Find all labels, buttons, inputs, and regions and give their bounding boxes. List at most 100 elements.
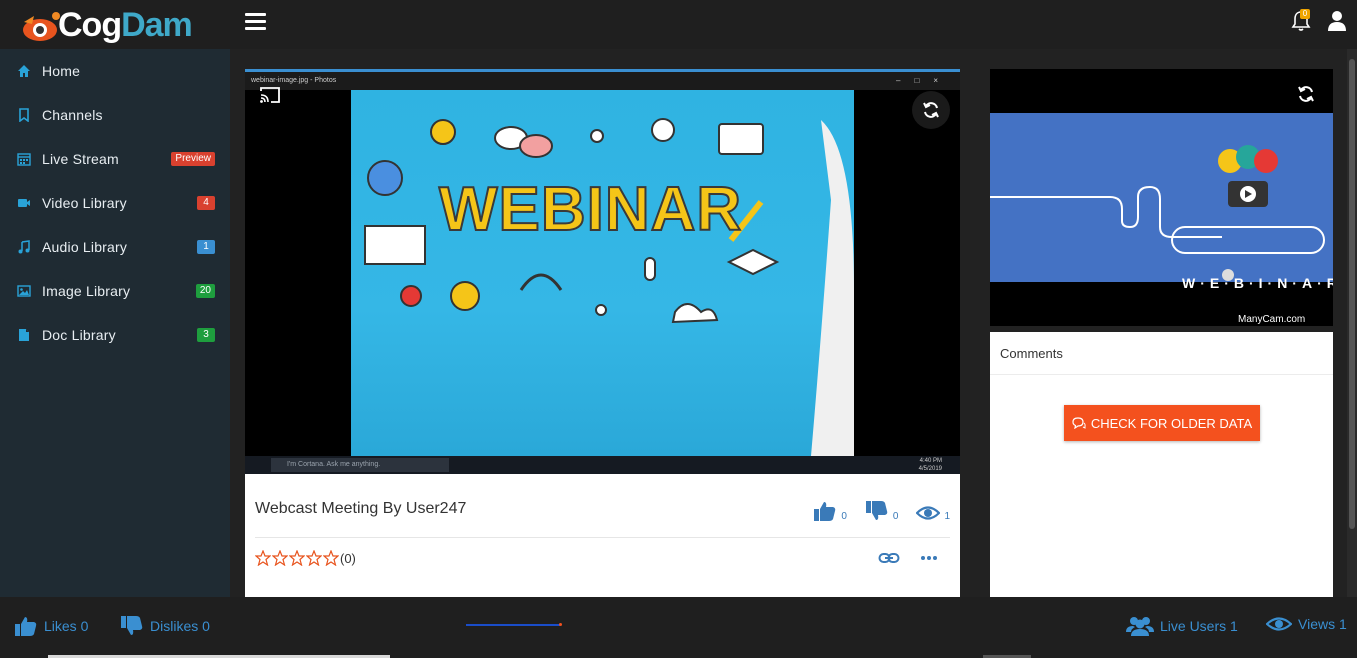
sidebar: Home Channels Live Stream Preview Video … — [0, 49, 230, 597]
like-count: 0 — [841, 511, 847, 522]
count-badge: 4 — [197, 196, 215, 210]
page-scrollbar[interactable] — [1347, 49, 1357, 597]
like-button[interactable]: 0 — [813, 500, 847, 522]
sidebar-item-label: Video Library — [42, 195, 127, 211]
image-icon — [17, 285, 31, 297]
footer-views-label: Views 1 — [1298, 616, 1347, 632]
views-stat: 1 — [916, 504, 950, 522]
webinar-graphic-icon — [990, 145, 1325, 281]
scrollbar-thumb[interactable] — [1349, 59, 1355, 529]
mini-webinar-text: W·E·B·I·N·A·R — [1182, 275, 1333, 291]
sidebar-item-label: Channels — [42, 107, 103, 123]
footer-live-users[interactable]: Live Users 1 — [1126, 615, 1238, 637]
sidebar-item-image-library[interactable]: Image Library 20 — [0, 269, 230, 313]
hamburger-line — [245, 20, 266, 23]
star-icon[interactable] — [323, 550, 339, 566]
thumbs-up-icon — [814, 502, 836, 521]
check-older-data-button[interactable]: CHECK FOR OLDER DATA — [1064, 405, 1260, 441]
music-icon — [18, 240, 30, 254]
comments-panel: Comments CHECK FOR OLDER DATA — [990, 332, 1333, 597]
eye-icon — [1266, 617, 1292, 631]
video-camera-icon — [18, 199, 30, 207]
menu-toggle-button[interactable] — [245, 13, 266, 33]
cortana-search-box: I'm Cortana. Ask me anything. — [271, 458, 449, 472]
refresh-secondary-video-button[interactable] — [1287, 75, 1325, 113]
star-icon[interactable] — [289, 550, 305, 566]
count-badge: 1 — [197, 240, 215, 254]
home-icon — [18, 65, 30, 77]
hamburger-line — [245, 27, 266, 30]
preview-badge: Preview — [171, 152, 215, 166]
logo-text: CogDam — [58, 6, 193, 45]
comments-header: Comments — [990, 332, 1333, 375]
webinar-overlay-text: WEBINAR — [438, 174, 743, 245]
taskbar-clock-time: 4:40 PM — [919, 458, 942, 464]
sidebar-item-doc-library[interactable]: Doc Library 3 — [0, 313, 230, 357]
sidebar-item-live-stream[interactable]: Live Stream Preview — [0, 137, 230, 181]
thumbs-up-icon — [15, 617, 37, 636]
video-stats: 0 0 1 — [813, 500, 950, 522]
sidebar-item-channels[interactable]: Channels — [0, 93, 230, 137]
star-icon[interactable] — [255, 550, 271, 566]
video-card: webinar-image.jpg - Photos –□× WEBINAR I… — [245, 69, 960, 597]
footer-bar: Likes 0 Dislikes 0 Live Users 1 Views 1 — [0, 597, 1357, 658]
dislike-button[interactable]: 0 — [865, 500, 899, 522]
check-older-data-label: CHECK FOR OLDER DATA — [1090, 415, 1253, 431]
sidebar-item-label: Doc Library — [42, 327, 116, 343]
window-controls: –□× — [896, 76, 952, 85]
link-icon[interactable] — [878, 551, 900, 565]
stream-progress-bar[interactable] — [466, 623, 563, 626]
video-actions — [878, 551, 938, 565]
document-icon — [19, 329, 29, 341]
star-icon[interactable] — [306, 550, 322, 566]
calendar-icon — [17, 153, 31, 166]
video-title: Webcast Meeting By User247 — [255, 500, 467, 517]
sidebar-item-label: Audio Library — [42, 239, 128, 255]
star-rating[interactable]: (0) — [255, 550, 356, 566]
footer-dislikes[interactable]: Dislikes 0 — [120, 615, 210, 637]
count-badge: 3 — [197, 328, 215, 342]
thumbs-down-icon — [865, 501, 888, 520]
star-icon[interactable] — [272, 550, 288, 566]
meta-divider — [255, 537, 950, 538]
users-icon — [1126, 617, 1154, 636]
cast-icon[interactable] — [259, 86, 281, 104]
stream-progress-handle[interactable] — [559, 623, 563, 626]
logo-text-cog: Cog — [58, 6, 122, 44]
video-player[interactable]: webinar-image.jpg - Photos –□× WEBINAR I… — [245, 72, 960, 474]
eye-icon — [916, 506, 941, 520]
comments-icon — [1072, 417, 1086, 429]
user-profile-icon[interactable] — [1327, 10, 1347, 32]
sidebar-item-audio-library[interactable]: Audio Library 1 — [0, 225, 230, 269]
sidebar-item-label: Home — [42, 63, 81, 79]
footer-likes-label: Likes 0 — [44, 618, 89, 634]
more-options-icon[interactable] — [920, 551, 938, 565]
taskbar-clock-date: 4/5/2019 — [918, 466, 942, 472]
view-count: 1 — [944, 511, 950, 522]
logo[interactable]: CogDam — [0, 0, 230, 49]
sidebar-item-label: Live Stream — [42, 151, 119, 167]
sidebar-item-home[interactable]: Home — [0, 49, 230, 93]
secondary-video-player[interactable]: W·E·B·I·N·A·R ManyCam.com — [990, 69, 1333, 326]
stream-progress-fill — [466, 624, 561, 626]
refresh-video-button[interactable] — [912, 91, 950, 129]
thumbs-down-icon — [121, 616, 143, 635]
count-badge: 20 — [195, 284, 215, 298]
dislike-count: 0 — [892, 511, 899, 522]
footer-dislikes-label: Dislikes 0 — [150, 618, 210, 634]
logo-text-dam: Dam — [121, 6, 193, 44]
refresh-icon — [923, 102, 939, 118]
rating-count: (0) — [340, 550, 356, 566]
bookmark-icon — [19, 108, 29, 122]
logo-mark-icon — [23, 12, 60, 41]
footer-views[interactable]: Views 1 — [1266, 615, 1347, 633]
refresh-icon — [1298, 86, 1314, 102]
footer-likes[interactable]: Likes 0 — [14, 615, 88, 637]
sidebar-item-video-library[interactable]: Video Library 4 — [0, 181, 230, 225]
window-title: webinar-image.jpg - Photos — [245, 72, 960, 90]
top-bar: CogDam 0 — [0, 0, 1357, 49]
manycam-brand: ManyCam.com — [1238, 314, 1306, 325]
webinar-thumbnail: W·E·B·I·N·A·R ManyCam.com — [990, 113, 1333, 325]
notification-count-badge: 0 — [1300, 9, 1310, 19]
windows-taskbar: I'm Cortana. Ask me anything. 4:40 PM 4/… — [245, 456, 960, 474]
